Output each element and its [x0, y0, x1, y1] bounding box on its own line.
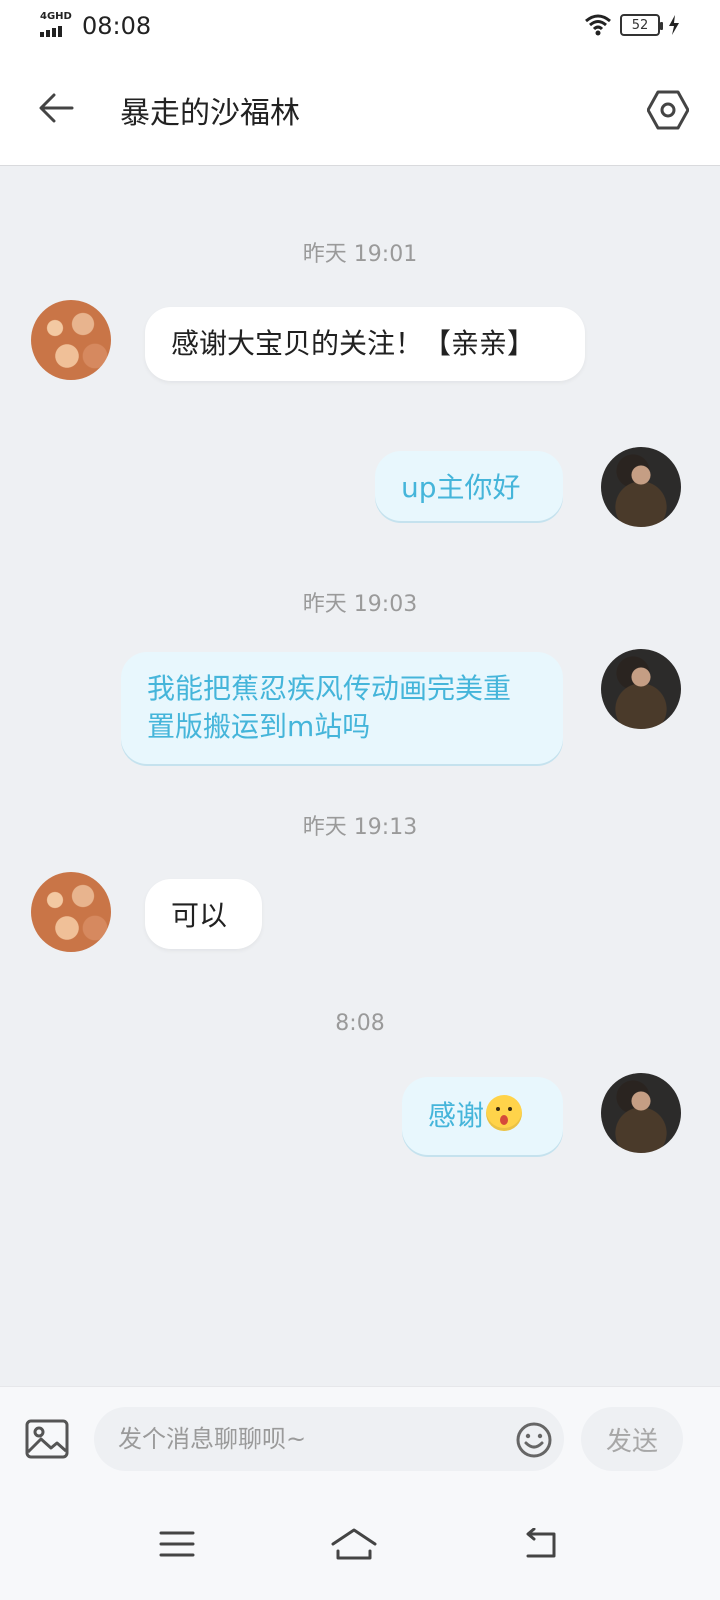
message-timestamp: 昨天 19:01 [302, 242, 418, 267]
message-input[interactable] [94, 1407, 564, 1471]
send-button[interactable]: 发送 [581, 1407, 683, 1471]
message-timestamp: 8:08 [335, 1011, 385, 1036]
incoming-message-bubble[interactable]: 感谢大宝贝的关注！【亲亲】 [145, 307, 585, 381]
smiley-icon[interactable] [515, 1421, 553, 1459]
cellular-signal-icon: 4GHD [40, 11, 74, 39]
my-avatar[interactable] [601, 1073, 681, 1153]
home-icon [331, 1528, 377, 1560]
page-title: 暴走的沙福林 [120, 96, 300, 131]
chat-header: 暴走的沙福林 [0, 56, 720, 166]
arrow-left-icon [39, 93, 74, 123]
system-navigation-bar [0, 1490, 720, 1600]
message-input-bar: 发送 [0, 1386, 720, 1490]
nav-menu-button[interactable] [153, 1520, 201, 1568]
status-time: 08:08 [82, 12, 152, 40]
status-left: 4GHD 08:08 [40, 11, 152, 40]
chat-settings-button[interactable] [644, 86, 692, 134]
message-timestamp: 昨天 19:13 [302, 815, 418, 840]
status-right: 52 [584, 14, 680, 36]
back-icon [526, 1528, 556, 1558]
chat-message-list[interactable]: 昨天 19:01 感谢大宝贝的关注！【亲亲】 up主你好 昨天 19:03 我能… [0, 166, 720, 1386]
outgoing-message-bubble[interactable]: 感谢 [402, 1077, 563, 1155]
message-timestamp: 昨天 19:03 [302, 592, 418, 617]
menu-icon [159, 1531, 195, 1557]
shocked-emoji-icon [486, 1095, 523, 1131]
image-icon[interactable] [25, 1419, 69, 1459]
my-avatar[interactable] [601, 447, 681, 527]
battery-icon: 52 [620, 14, 663, 36]
nav-back-button[interactable] [515, 1520, 563, 1568]
network-type: 4GHD [40, 11, 72, 22]
outgoing-message-text: 感谢 [428, 1099, 485, 1132]
nav-home-button[interactable] [330, 1520, 378, 1568]
my-avatar[interactable] [601, 649, 681, 729]
incoming-message-bubble[interactable]: 可以 [145, 879, 262, 949]
outgoing-message-bubble[interactable]: up主你好 [375, 451, 563, 521]
sender-avatar[interactable] [31, 872, 111, 952]
outgoing-message-bubble[interactable]: 我能把蕉忍疾风传动画完美重置版搬运到m站吗 [121, 652, 563, 764]
hexagon-settings-icon [647, 90, 689, 130]
sender-avatar[interactable] [31, 300, 111, 380]
wifi-icon [585, 14, 611, 36]
status-bar: 4GHD 08:08 52 [0, 0, 720, 56]
back-button[interactable] [34, 86, 78, 130]
charging-icon [669, 15, 679, 35]
battery-level: 52 [631, 17, 649, 33]
